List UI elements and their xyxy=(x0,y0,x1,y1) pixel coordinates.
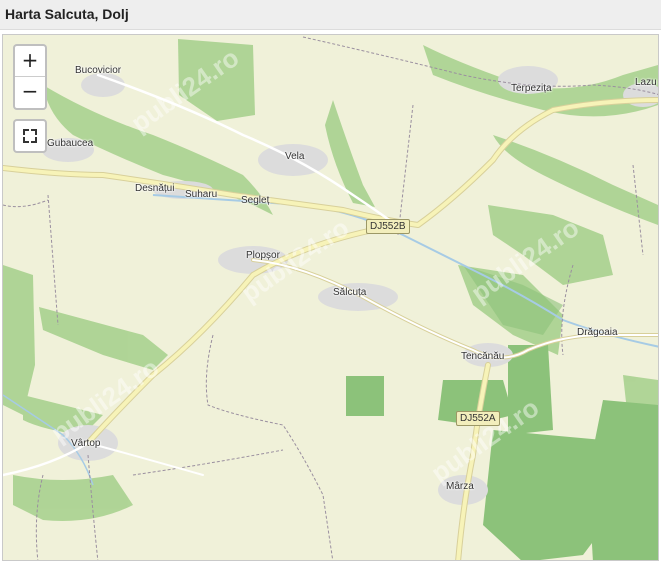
place-label-dragoaia: Drăgoaia xyxy=(577,327,618,338)
place-label-marza: Mârza xyxy=(446,481,474,492)
place-label-terpezita: Terpezița xyxy=(511,83,552,94)
map-canvas[interactable]: publi24.ro publi24.ro publi24.ro publi24… xyxy=(2,34,659,561)
place-label-gubaucea: Gubaucea xyxy=(47,138,94,149)
zoom-out-button[interactable]: − xyxy=(15,77,45,107)
road-shield-dj552a: DJ552A xyxy=(456,411,500,426)
map-header: Harta Salcuta, Dolj xyxy=(0,0,661,30)
zoom-control: + − xyxy=(13,44,47,110)
admin-boundary xyxy=(205,334,334,560)
place-label-vartop: Vârtop xyxy=(71,438,101,449)
fullscreen-icon xyxy=(23,129,37,143)
fullscreen-button[interactable] xyxy=(13,119,47,153)
place-label-suharu: Suharu xyxy=(185,189,218,200)
forest-area xyxy=(325,100,375,207)
place-label-salcuta: Sălcuța xyxy=(333,287,367,298)
place-label-desnatui: Desnățui xyxy=(135,183,175,194)
admin-boundary xyxy=(397,104,414,236)
map-title: Harta Salcuta, Dolj xyxy=(5,6,129,22)
place-label-bucovicior: Bucovicior xyxy=(75,65,122,76)
forest-area xyxy=(39,307,168,370)
zoom-in-button[interactable]: + xyxy=(15,46,45,77)
forest-area xyxy=(3,265,35,415)
place-label-seglet: Segleț xyxy=(241,195,270,206)
admin-boundary xyxy=(47,194,59,326)
road-shield-dj552b: DJ552B xyxy=(366,219,410,234)
place-label-lazu: Lazu xyxy=(635,77,657,88)
forest-area xyxy=(178,39,255,121)
forest-area xyxy=(13,475,133,521)
road-minor xyxy=(87,442,204,476)
place-label-plopsor: Plopșor xyxy=(246,250,280,261)
forest-area xyxy=(346,376,384,416)
map-tiles xyxy=(3,36,658,560)
admin-boundary xyxy=(3,199,49,208)
forest-area xyxy=(508,345,553,435)
place-label-vela: Vela xyxy=(285,151,305,162)
place-label-tencanau: Tencănău xyxy=(461,351,505,362)
